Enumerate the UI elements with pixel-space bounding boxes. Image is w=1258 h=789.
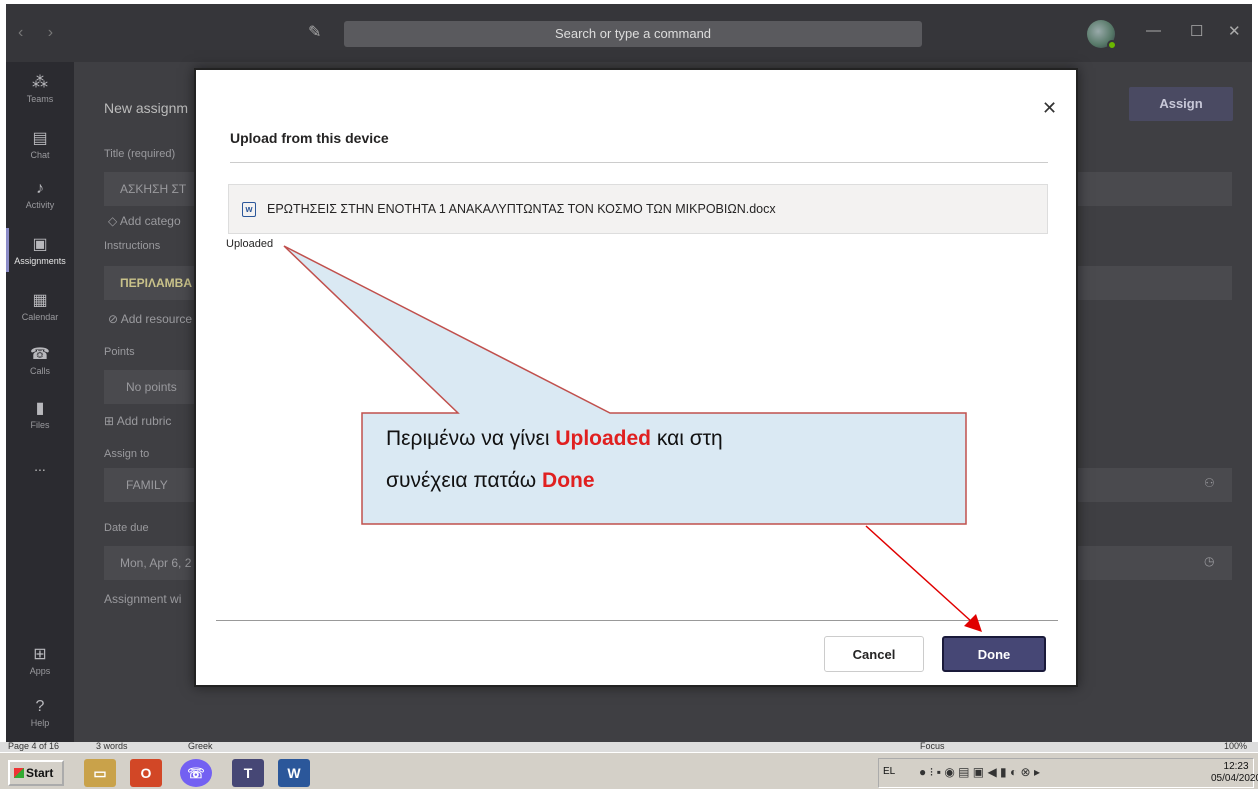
clock-date: 05/04/2020 xyxy=(1211,773,1258,784)
callout-line-1: Περιμένω να γίνει Uploaded και στη xyxy=(386,418,946,460)
viber-icon[interactable]: ☏ xyxy=(180,759,212,787)
more-apps-button[interactable]: ... xyxy=(6,458,74,474)
system-tray: EL ● ⁝ ▪ ◉ ▤ ▣ ◀ ▮ ◐ ⊗ ▸ 12:23 05/04/2020 xyxy=(878,758,1258,788)
file-explorer-icon[interactable]: ▭ xyxy=(84,759,116,787)
rail-label: Calls xyxy=(29,366,50,376)
callout-text: Περιμένω να γίνει Uploaded και στη συνέχ… xyxy=(386,418,946,502)
uploaded-file-item[interactable]: w ΕΡΩΤΗΣΕΙΣ ΣΤΗΝ ΕΝΟΤΗΤΑ 1 ΑΝΑΚΑΛΥΠΤΩΝΤΑ… xyxy=(228,184,1048,234)
instructions-label: Instructions xyxy=(104,240,161,252)
date-due-label: Date due xyxy=(104,522,149,534)
callout-highlight-done: Done xyxy=(542,469,595,492)
rail-item-chat[interactable]: ▤ Chat xyxy=(6,128,74,160)
status-dot xyxy=(1107,40,1117,50)
divider xyxy=(216,620,1058,621)
clock-icon[interactable]: ◷ xyxy=(1204,554,1214,568)
points-label: Points xyxy=(104,346,135,358)
teams-taskbar-icon[interactable]: T xyxy=(232,759,264,787)
focus-button[interactable]: Focus xyxy=(920,742,945,751)
file-name: ΕΡΩΤΗΣΕΙΣ ΣΤΗΝ ΕΝΟΤΗΤΑ 1 ΑΝΑΚΑΛΥΠΤΩΝΤΑΣ … xyxy=(267,202,776,216)
bell-icon: ♪ xyxy=(36,180,44,197)
upload-dialog: ✕ Upload from this device w ΕΡΩΤΗΣΕΙΣ ΣΤ… xyxy=(194,68,1078,687)
maximize-icon[interactable]: ☐ xyxy=(1190,22,1203,40)
callout-text-part: και στη xyxy=(651,427,723,450)
assign-to-label: Assign to xyxy=(104,448,150,460)
rail-item-help[interactable]: ? Help xyxy=(6,698,74,728)
upload-status: Uploaded xyxy=(226,238,274,250)
search-input[interactable]: Search or type a command xyxy=(344,21,922,47)
assign-to-value: FAMILY xyxy=(126,478,168,492)
avatar[interactable] xyxy=(1087,20,1117,50)
rail-label: Help xyxy=(30,718,50,728)
cancel-button[interactable]: Cancel xyxy=(824,636,924,672)
callout-line-2: συνέχεια πατάω Done xyxy=(386,460,946,502)
zoom-level[interactable]: 100% xyxy=(1224,742,1247,751)
title-label: Title (required) xyxy=(104,148,176,160)
date-due-value: Mon, Apr 6, 2 xyxy=(120,556,192,570)
rail-label: Teams xyxy=(26,94,54,104)
callout-text-part: συνέχεια πατάω xyxy=(386,469,543,492)
language-indicator[interactable]: Greek xyxy=(188,742,213,751)
word-count[interactable]: 3 words xyxy=(96,742,128,751)
add-category-link[interactable]: ◇ Add catego xyxy=(108,214,181,228)
minimize-icon[interactable]: — xyxy=(1146,22,1161,39)
page-title: New assignm xyxy=(104,100,189,116)
tray-icons[interactable]: ● ⁝ ▪ ◉ ▤ ▣ ◀ ▮ ◐ ⊗ ▸ xyxy=(919,765,1040,779)
add-resources-label: Add resource xyxy=(120,312,193,326)
dialog-title: Upload from this device xyxy=(230,130,389,146)
divider xyxy=(230,162,1048,163)
rail-item-apps[interactable]: ⊞ Apps xyxy=(6,644,74,676)
rail-label: Apps xyxy=(29,666,51,676)
page-indicator[interactable]: Page 4 of 16 xyxy=(8,742,59,751)
instructions-value: ΠΕΡΙΛΑΜΒΑ xyxy=(120,276,193,290)
outlook-icon[interactable]: O xyxy=(130,759,162,787)
phone-icon: ☎ xyxy=(30,346,50,363)
apps-icon: ⊞ xyxy=(33,646,47,663)
title-bar: ‹ › ✎ Search or type a command — ☐ ✕ xyxy=(6,4,1252,62)
windows-taskbar: Start ▭ O ☏ T W EL ● ⁝ ▪ ◉ ▤ ▣ ◀ ▮ ◐ ⊗ ▸… xyxy=(0,752,1258,789)
clock-time: 12:23 xyxy=(1223,761,1249,772)
title-value: ΑΣΚΗΣΗ ΣΤ xyxy=(120,182,187,196)
rail-item-files[interactable]: ▮ Files xyxy=(6,398,74,430)
compose-icon[interactable]: ✎ xyxy=(308,22,321,42)
callout-text-part: Περιμένω να γίνει xyxy=(386,427,556,450)
rail-item-activity[interactable]: ♪ Activity xyxy=(6,180,74,210)
assignment-note: Assignment wi xyxy=(104,592,182,606)
close-icon[interactable]: ✕ xyxy=(1042,98,1057,119)
callout-highlight-uploaded: Uploaded xyxy=(555,427,652,450)
add-category-label: Add catego xyxy=(119,214,181,228)
points-value: No points xyxy=(126,380,177,394)
clock[interactable]: 12:23 05/04/2020 xyxy=(1211,761,1258,785)
done-button[interactable]: Done xyxy=(942,636,1046,672)
chat-icon: ▤ xyxy=(32,130,48,147)
rail-label: Files xyxy=(30,420,50,430)
teams-icon: ⁂ xyxy=(32,74,48,91)
word-status-bar: Page 4 of 16 3 words Greek Focus 100% xyxy=(0,742,1258,752)
rail-item-calendar[interactable]: ▦ Calendar xyxy=(6,290,74,322)
assignments-icon: ▣ xyxy=(32,236,48,253)
rail-item-assignments[interactable]: ▣ Assignments xyxy=(6,228,74,272)
add-resources-link[interactable]: ⊘ Add resource xyxy=(108,312,192,326)
rail-item-teams[interactable]: ⁂ Teams xyxy=(6,72,74,104)
word-file-icon: w xyxy=(242,202,256,217)
calendar-icon: ▦ xyxy=(32,292,48,309)
rail-label: Assignments xyxy=(14,256,66,266)
back-forward-arrows[interactable]: ‹ › xyxy=(18,24,63,42)
add-rubric-link[interactable]: ⊞ Add rubric xyxy=(104,414,171,428)
rail-label: Activity xyxy=(25,200,55,210)
assign-button[interactable]: Assign xyxy=(1129,87,1233,121)
rail-item-calls[interactable]: ☎ Calls xyxy=(6,344,74,376)
start-button[interactable]: Start xyxy=(8,760,64,786)
app-rail: ⁂ Teams ▤ Chat ♪ Activity ▣ Assignments ▦ Cal… xyxy=(6,62,74,742)
add-rubric-label: Add rubric xyxy=(116,414,172,428)
help-icon: ? xyxy=(35,698,45,715)
file-icon: ▮ xyxy=(35,400,45,417)
add-person-icon[interactable]: ⚇ xyxy=(1204,476,1215,490)
word-taskbar-icon[interactable]: W xyxy=(278,759,310,787)
rail-label: Chat xyxy=(30,150,50,160)
rail-label: Calendar xyxy=(21,312,59,322)
language-switch[interactable]: EL xyxy=(883,766,895,777)
close-window-icon[interactable]: ✕ xyxy=(1228,22,1241,40)
